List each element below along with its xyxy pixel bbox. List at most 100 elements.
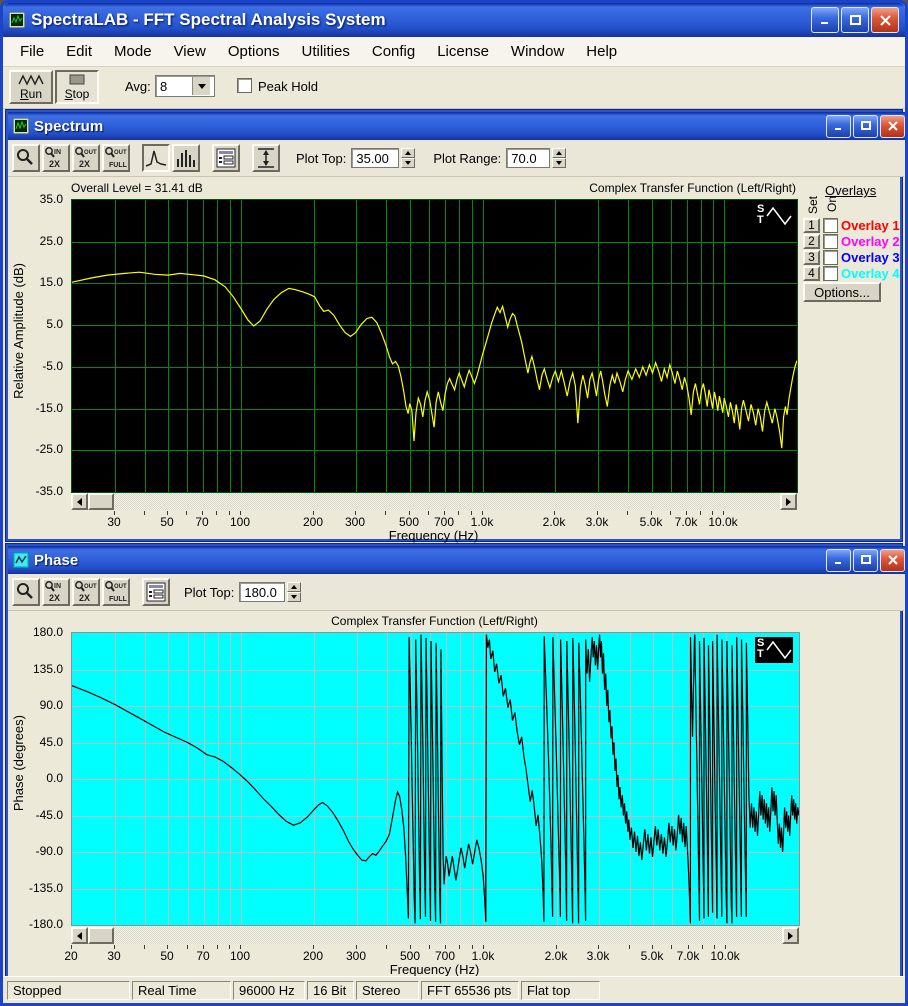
overlay-on-checkbox-3[interactable] [823, 249, 838, 265]
menu-edit[interactable]: Edit [55, 39, 103, 64]
scroll-right-icon[interactable] [782, 927, 799, 944]
scroll-right-icon[interactable] [780, 493, 797, 510]
overlay-set-button-2[interactable]: 2 [803, 233, 820, 249]
menu-license[interactable]: License [426, 39, 500, 64]
menu-help[interactable]: Help [575, 39, 628, 64]
overlay-label-4: Overlay 4 [841, 265, 900, 281]
plot-range-input[interactable]: 70.0 [506, 148, 551, 168]
plot-top-spinner[interactable] [401, 148, 416, 168]
plot-top-input[interactable]: 35.00 [351, 148, 400, 168]
maximize-button[interactable] [841, 7, 869, 33]
bar-display-button[interactable] [172, 144, 200, 172]
x-tick-label: 200 [302, 515, 324, 529]
phase-plot-top-spinner[interactable] [287, 582, 302, 602]
zoom-in-2x-button[interactable]: IN 2X [42, 578, 70, 606]
minimize-button[interactable] [811, 7, 839, 33]
stop-button[interactable]: Stop [55, 70, 99, 104]
overlay-set-button-1[interactable]: 1 [803, 217, 820, 233]
vertical-scale-button[interactable] [252, 144, 280, 172]
phase-h-scrollbar[interactable] [71, 927, 799, 944]
svg-text:2X: 2X [49, 159, 60, 169]
overlay-on-checkbox-1[interactable] [823, 217, 838, 233]
display-options-button[interactable] [142, 578, 170, 606]
zoom-out-full-button[interactable]: OUT FULL [102, 578, 130, 606]
x-tick-label: 10.0k [708, 515, 738, 529]
svg-text:IN: IN [54, 583, 61, 590]
y-tick-label: 45.0 [39, 735, 63, 749]
phase-window-icon [13, 552, 29, 568]
svg-text:2X: 2X [79, 593, 90, 603]
phase-maximize-button[interactable] [853, 548, 878, 572]
plot-top-label: Plot Top: [296, 150, 347, 166]
menu-options[interactable]: Options [217, 39, 291, 64]
menu-utilities[interactable]: Utilities [291, 39, 361, 64]
zoom-in-2x-button[interactable]: IN 2X [42, 144, 70, 172]
avg-select[interactable]: 8 [155, 75, 215, 97]
phase-chart-title: Complex Transfer Function (Left/Right) [331, 614, 538, 628]
spectrum-plot[interactable] [71, 199, 798, 493]
zoom-out-full-button[interactable]: OUT FULL [102, 144, 130, 172]
svg-text:OUT: OUT [114, 150, 127, 156]
x-tick-label: 3.0k [586, 949, 610, 963]
y-tick-label: 90.0 [39, 698, 63, 712]
run-button[interactable]: Run [9, 70, 53, 104]
menu-file[interactable]: File [9, 39, 55, 64]
chevron-down-icon[interactable] [192, 77, 210, 95]
status-bar: Stopped Real Time 96000 Hz 16 Bit Stereo FFT … [3, 976, 905, 1003]
y-tick-label: 135.0 [32, 662, 63, 676]
x-tick-label: 7.0k [676, 949, 700, 963]
menu-view[interactable]: View [163, 39, 217, 64]
x-tick-label: 5.0k [640, 949, 664, 963]
spectrum-h-scrollbar[interactable] [71, 493, 797, 510]
stop-icon [69, 74, 85, 84]
zoom-out-2x-button[interactable]: OUT 2X [72, 144, 100, 172]
phase-titlebar[interactable]: Phase [8, 546, 905, 574]
spectrum-y-axis: 35.0 25.0 15.0 5.0 -5.0 -15.0 -25.0 -35.0 [21, 192, 67, 498]
window-title: SpectraLAB - FFT Spectral Analysis Syste… [31, 10, 386, 29]
x-tick-label: 700 [434, 949, 456, 963]
zoom-button[interactable] [12, 578, 40, 606]
svg-text:OUT: OUT [114, 584, 127, 590]
scrollbar-track[interactable] [114, 493, 780, 510]
peak-hold-checkbox[interactable] [237, 78, 252, 93]
spectrum-maximize-button[interactable] [853, 114, 878, 138]
zoom-button[interactable] [12, 144, 40, 172]
menu-mode[interactable]: Mode [103, 39, 163, 64]
overlay-row-2: 2 Overlay 2 [803, 233, 900, 249]
spectrum-close-button[interactable] [880, 114, 905, 138]
menu-window[interactable]: Window [500, 39, 575, 64]
display-options-button[interactable] [212, 144, 240, 172]
spectrum-minimize-button[interactable] [826, 114, 851, 138]
phase-minimize-button[interactable] [826, 548, 851, 572]
scroll-left-icon[interactable] [71, 493, 88, 510]
zoom-out-2x-button[interactable]: OUT 2X [72, 578, 100, 606]
spectrum-y-axis-label: Relative Amplitude (dB) [11, 263, 26, 399]
x-tick-label: 1.0k [471, 949, 495, 963]
plot-range-spinner[interactable] [552, 148, 567, 168]
overlay-on-checkbox-2[interactable] [823, 233, 838, 249]
y-tick-label: 15.0 [39, 275, 63, 289]
overlay-on-checkbox-4[interactable] [823, 265, 838, 281]
x-tick-label: 500 [399, 949, 421, 963]
scroll-left-icon[interactable] [71, 927, 88, 944]
spectrum-titlebar[interactable]: Spectrum [8, 112, 905, 140]
scrollbar-track[interactable] [114, 927, 782, 944]
main-titlebar[interactable]: SpectraLAB - FFT Spectral Analysis Syste… [3, 3, 905, 37]
overlay-set-button-3[interactable]: 3 [803, 249, 820, 265]
overlay-set-button-4[interactable]: 4 [803, 265, 820, 281]
phase-plot[interactable] [71, 632, 800, 926]
phase-toolbar: IN 2X OUT 2X OUT FULL Plot Top: 180.0 [8, 574, 904, 611]
y-tick-label: -15.0 [35, 401, 63, 415]
phase-close-button[interactable] [880, 548, 905, 572]
overlays-options-button[interactable]: Options... [803, 282, 881, 302]
svg-text:FULL: FULL [109, 162, 128, 169]
y-tick-label: 25.0 [39, 234, 63, 248]
scrollbar-thumb[interactable] [88, 927, 114, 944]
menu-config[interactable]: Config [361, 39, 426, 64]
phase-plot-top-input[interactable]: 180.0 [239, 582, 286, 602]
phase-x-axis: 20 30 50 70 100 200 300 500 700 1.0k 2.0k 3.0k 5.0k 7… [64, 949, 798, 963]
close-button[interactable] [871, 7, 899, 33]
peak-curve-button[interactable] [142, 144, 170, 172]
spectrum-chart-title: Complex Transfer Function (Left/Right) [589, 181, 796, 195]
scrollbar-thumb[interactable] [88, 493, 114, 510]
